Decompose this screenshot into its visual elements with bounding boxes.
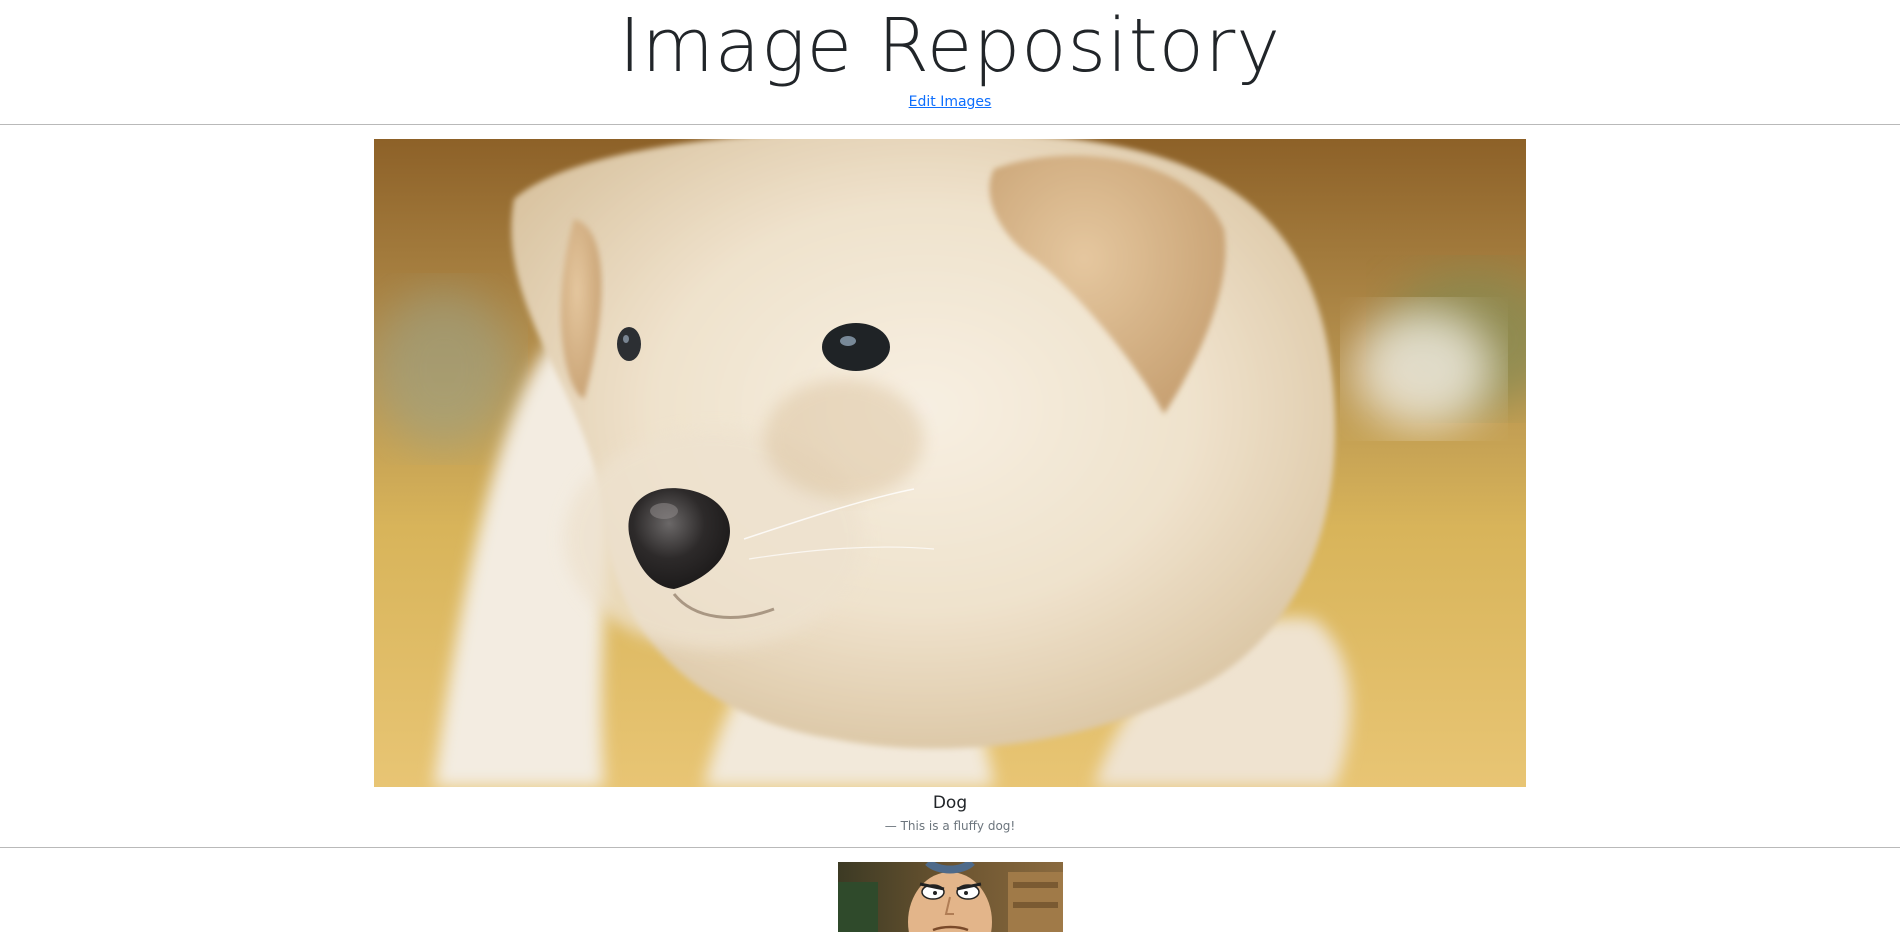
gallery-item: Dog — This is a fluffy dog! — [0, 125, 1900, 847]
puppy-photo — [374, 139, 1526, 787]
page-title: Image Repository — [618, 3, 1282, 89]
image-title: Dog — [932, 793, 968, 813]
gallery-item — [0, 848, 1900, 932]
cartoon-character-photo — [837, 862, 1063, 932]
page-header: Image Repository Edit Images — [0, 0, 1900, 124]
image-description: — This is a fluffy dog! — [884, 819, 1016, 833]
edit-images-link[interactable]: Edit Images — [909, 94, 992, 110]
